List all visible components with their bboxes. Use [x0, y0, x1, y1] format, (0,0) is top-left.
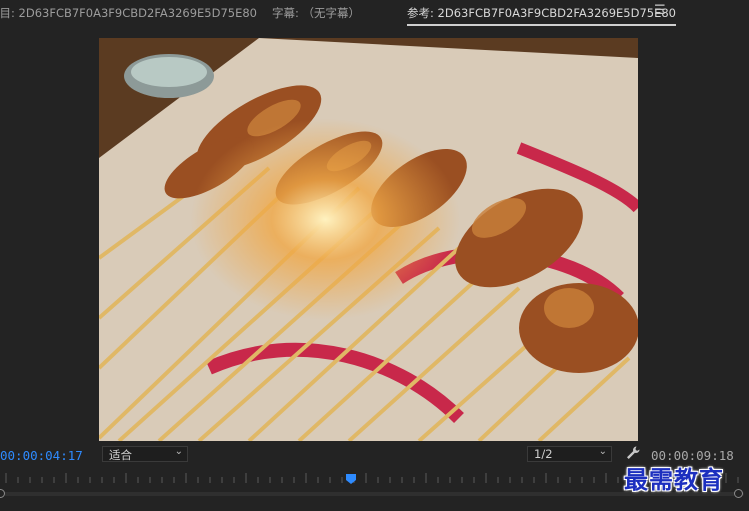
resolution-value: 1/2 — [534, 447, 553, 461]
tab-reference[interactable]: 参考: 2D63FCB7F0A3F9CBD2FA3269E5D75E80 — [407, 5, 676, 26]
tab-captions[interactable]: 字幕: （无字幕） — [272, 5, 360, 21]
chevron-down-icon: ⌄ — [174, 446, 183, 457]
zoom-level-value: 适合 — [109, 448, 132, 462]
hamburger-menu-icon[interactable]: ☰ — [654, 3, 666, 18]
scrollbar-left-handle[interactable] — [0, 489, 5, 498]
panel-tab-bar: 节目: 2D63FCB7F0A3F9CBD2FA3269E5D75E80 字幕:… — [0, 0, 749, 26]
wrench-icon[interactable] — [625, 445, 641, 461]
preview-frame-image — [99, 38, 638, 441]
zoom-level-dropdown[interactable]: 适合 ⌄ — [102, 446, 188, 462]
watermark-logo: 最需教育 — [624, 465, 724, 494]
chevron-down-icon: ⌄ — [598, 446, 607, 457]
scrollbar-right-handle[interactable] — [734, 489, 743, 498]
current-timecode[interactable]: 00:00:04:17 — [0, 448, 83, 463]
video-preview[interactable] — [99, 38, 638, 441]
tab-program[interactable]: 节目: 2D63FCB7F0A3F9CBD2FA3269E5D75E80 — [0, 5, 257, 21]
playback-resolution-dropdown[interactable]: 1/2 ⌄ — [527, 446, 612, 462]
